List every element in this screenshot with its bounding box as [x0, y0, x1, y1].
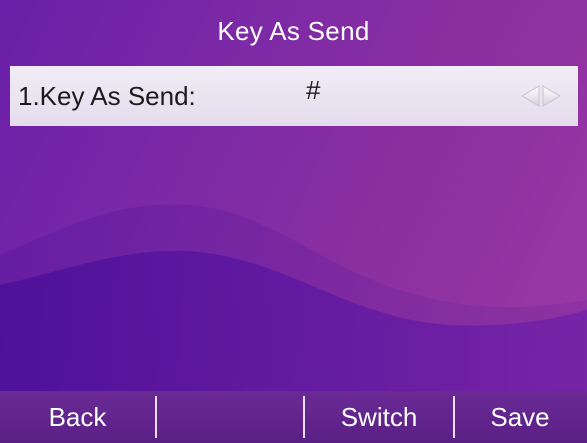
- save-softkey[interactable]: Save: [455, 391, 585, 443]
- switch-softkey[interactable]: Switch: [305, 391, 453, 443]
- setting-label: 1.Key As Send:: [18, 81, 196, 111]
- softkey-divider: [155, 396, 157, 438]
- softkey-divider: [303, 396, 305, 438]
- page-title: Key As Send: [217, 15, 370, 46]
- setting-row-key-as-send[interactable]: 1.Key As Send: #: [10, 66, 578, 126]
- title-bar: Key As Send: [0, 0, 587, 62]
- softkey-bar: Back Switch Save: [0, 391, 587, 443]
- softkey-divider: [453, 396, 455, 438]
- setting-value[interactable]: #: [306, 66, 320, 122]
- empty-softkey[interactable]: [157, 391, 303, 443]
- back-softkey[interactable]: Back: [0, 391, 155, 443]
- phone-screen: Key As Send 1.Key As Send: # Back Switch: [0, 0, 587, 443]
- left-right-arrows-icon[interactable]: [518, 84, 564, 108]
